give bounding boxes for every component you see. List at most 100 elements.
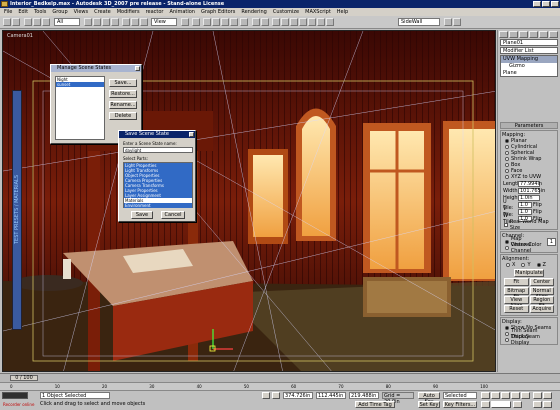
menu-graph-editors[interactable]: Graph Editors xyxy=(201,8,235,16)
length-spinner[interactable]: 77.994in xyxy=(518,180,542,187)
key-mode-dropdown[interactable]: Selected xyxy=(443,392,477,399)
modifier-list-dropdown[interactable]: Modifier List xyxy=(500,47,558,54)
zoom-all-icon[interactable] xyxy=(543,392,552,399)
menu-animation[interactable]: Animation xyxy=(169,8,195,16)
vertex-color-channel-radio[interactable]: Vertex Color Channel xyxy=(502,242,556,254)
orbit-icon[interactable] xyxy=(543,401,552,408)
part-item[interactable]: Environment xyxy=(124,203,192,208)
align-z-radio[interactable]: Z xyxy=(536,262,546,268)
auto-key-button[interactable]: Auto Key xyxy=(418,392,440,405)
bind-space-warp-icon[interactable] xyxy=(42,18,50,26)
layer-manager-icon[interactable] xyxy=(272,18,280,26)
modify-tab-icon[interactable] xyxy=(509,31,518,38)
goto-end-icon[interactable] xyxy=(521,392,530,399)
display-tab-icon[interactable] xyxy=(539,31,548,38)
manage-dialog-close-button[interactable] xyxy=(135,66,140,71)
menu-edit[interactable]: Edit xyxy=(18,8,28,16)
scene-state-item[interactable]: sunset xyxy=(56,82,104,87)
height-spinner[interactable]: 1.0in xyxy=(518,194,540,201)
region-fit-button[interactable]: Region Fit xyxy=(529,296,554,309)
snaps-toggle-icon[interactable] xyxy=(203,18,211,26)
pivot-center-icon[interactable] xyxy=(181,18,189,26)
select-move-icon[interactable] xyxy=(122,18,130,26)
current-frame-field[interactable] xyxy=(491,401,511,408)
rename-scene-state-button[interactable]: Rename... xyxy=(109,101,137,109)
selection-region-icon[interactable] xyxy=(102,18,110,26)
manipulate-icon[interactable] xyxy=(192,18,200,26)
menu-maxscript[interactable]: MAXScript xyxy=(305,8,331,16)
named-selection-dropdown[interactable]: SideWall xyxy=(398,18,440,26)
modifier-stack[interactable]: UVW Mapping Gizmo Plane xyxy=(500,55,558,77)
reset-button[interactable]: Reset xyxy=(504,305,529,313)
link-icon[interactable] xyxy=(24,18,32,26)
time-slider[interactable]: 0 / 100 xyxy=(10,375,38,381)
align-y-radio[interactable]: Y xyxy=(521,262,531,268)
scene-states-list[interactable]: Night sunset xyxy=(55,76,105,140)
menu-file[interactable]: File xyxy=(4,8,12,16)
window-crossing-icon[interactable] xyxy=(111,18,119,26)
add-time-tag-button[interactable]: Add Time Tag xyxy=(355,401,395,408)
undo-icon[interactable] xyxy=(3,18,11,26)
viewport-label[interactable]: Camera01 xyxy=(7,33,33,39)
menu-modifiers[interactable]: Modifiers xyxy=(117,8,140,16)
rendered-frame-icon[interactable] xyxy=(317,18,325,26)
menu-group[interactable]: Group xyxy=(52,8,67,16)
utilities-tab-icon[interactable] xyxy=(549,31,558,38)
save-button[interactable]: Save xyxy=(131,211,153,219)
mirror-icon[interactable] xyxy=(252,18,260,26)
redo-icon[interactable] xyxy=(12,18,20,26)
spinner-snap-icon[interactable] xyxy=(230,18,238,26)
motion-tab-icon[interactable] xyxy=(529,31,538,38)
left-vertical-panel[interactable]: TEST PRESETS / MATERIALS xyxy=(12,90,22,330)
render-setup-icon[interactable] xyxy=(308,18,316,26)
teapot-render-icon[interactable] xyxy=(453,18,461,26)
object-name-field[interactable]: Plane01 xyxy=(500,39,558,46)
menu-views[interactable]: Views xyxy=(74,8,88,16)
menu-rendering[interactable]: Rendering xyxy=(241,8,267,16)
save-dialog-title-bar[interactable]: Save Scene State xyxy=(119,131,195,138)
percent-snap-icon[interactable] xyxy=(221,18,229,26)
stack-item[interactable]: UVW Mapping xyxy=(501,56,557,63)
maxscript-listener[interactable] xyxy=(2,392,28,399)
x-coordinate-field[interactable]: 374.726in xyxy=(283,392,313,399)
restore-scene-state-button[interactable]: Restore... xyxy=(109,90,137,98)
time-slider-track[interactable]: 0 / 100 xyxy=(0,373,560,382)
center-button[interactable]: Center xyxy=(529,278,554,286)
maximize-button[interactable] xyxy=(542,1,550,7)
select-scale-icon[interactable] xyxy=(140,18,148,26)
view-align-button[interactable]: View Align xyxy=(504,296,529,309)
previous-frame-icon[interactable] xyxy=(491,392,500,399)
minimize-button[interactable] xyxy=(533,1,541,7)
parameters-rollout-header[interactable]: Parameters xyxy=(500,122,558,129)
hierarchy-tab-icon[interactable] xyxy=(519,31,528,38)
bitmap-fit-button[interactable]: Bitmap Fit xyxy=(504,287,529,300)
v-flip-checkbox[interactable]: Flip xyxy=(533,209,542,215)
absolute-mode-icon[interactable] xyxy=(272,392,280,399)
menu-customize[interactable]: Customize xyxy=(273,8,299,16)
delete-scene-state-button[interactable]: Delete xyxy=(109,112,137,120)
select-by-name-icon[interactable] xyxy=(93,18,101,26)
selection-filter-dropdown[interactable]: All xyxy=(54,18,80,26)
angle-snap-icon[interactable] xyxy=(212,18,220,26)
select-object-icon[interactable] xyxy=(84,18,92,26)
y-coordinate-field[interactable]: 112.445in xyxy=(316,392,346,399)
select-rotate-icon[interactable] xyxy=(131,18,139,26)
key-filters-button[interactable]: Key Filters... xyxy=(443,401,477,408)
width-spinner[interactable]: 101.765in xyxy=(518,187,545,194)
menu-tools[interactable]: Tools xyxy=(34,8,46,16)
save-dialog-close-button[interactable] xyxy=(189,132,194,137)
schematic-view-icon[interactable] xyxy=(290,18,298,26)
pan-icon[interactable] xyxy=(533,401,542,408)
quick-render-icon[interactable] xyxy=(326,18,334,26)
time-config-icon[interactable] xyxy=(513,401,522,408)
material-editor-icon[interactable] xyxy=(299,18,307,26)
normal-align-button[interactable]: Normal Align xyxy=(529,287,554,300)
u-flip-checkbox[interactable]: Flip xyxy=(533,202,542,208)
fit-button[interactable]: Fit xyxy=(504,278,529,286)
zoom-icon[interactable] xyxy=(533,392,542,399)
align-x-radio[interactable]: X xyxy=(506,262,515,268)
stack-item[interactable]: Gizmo xyxy=(501,63,557,70)
vtile-spinner[interactable]: 1.0 xyxy=(518,208,532,215)
manage-dialog-title-bar[interactable]: Manage Scene States xyxy=(51,65,141,72)
thick-seam-radio[interactable]: Thick Seam Display xyxy=(502,334,556,346)
